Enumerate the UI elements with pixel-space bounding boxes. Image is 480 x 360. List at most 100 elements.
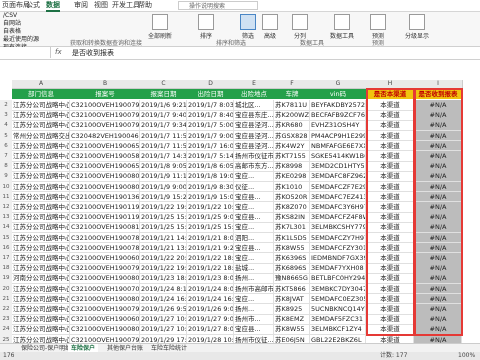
table-cell[interactable]: 2019/1/24 16:28 [140,293,187,305]
table-cell[interactable]: 本渠道 [366,304,414,315]
table-cell[interactable]: 江苏分公司战略中心公司 [12,171,70,182]
table-cell[interactable]: 2019/1/7 9:00 [187,130,234,142]
table-cell[interactable]: 2019/1/22 18:00 [187,263,234,274]
table-cell[interactable]: #N/A [414,242,462,254]
column-letter[interactable]: D [187,80,235,89]
table-cell[interactable]: 2019/1/21 14:11 [140,232,187,244]
table-cell[interactable]: 2019/1/7 8:03 [187,100,234,111]
table-cell[interactable]: 2019/1/23 8:00 [187,273,234,284]
table-cell[interactable]: #N/A [414,181,462,193]
table-cell[interactable]: 2019/1/8 19:00 [187,171,234,182]
get-data-item[interactable]: 最近使用的源 [0,36,60,44]
table-cell[interactable]: 宝应县泾河... [234,140,274,152]
table-cell[interactable]: 江苏分公司战略中心公司 [12,253,70,264]
table-cell[interactable]: 江苏分公司战略中心公司 [12,202,70,213]
table-cell[interactable]: 宝应县... [234,191,274,203]
table-cell[interactable]: 5EMDAFC0EZ305 [310,293,366,305]
header-8[interactable]: 是否收到报表 [414,89,463,99]
table-cell[interactable]: 江苏分公司战略中心公司 [12,293,70,305]
ribbon-tab-2[interactable]: 数据 [46,1,60,12]
table-cell[interactable]: 宝应... [234,202,274,213]
table-cell[interactable]: SGKE5414KW1B622 [310,151,366,162]
table-cell[interactable]: 本渠道 [366,273,414,284]
table-cell[interactable]: 城北区... [234,100,274,111]
table-cell[interactable]: C32100OVEH19007803 [70,232,140,244]
table-cell[interactable]: EVHZ31OSH4Y [310,120,366,131]
table-cell[interactable]: C32100OVEH19007958 [70,304,140,315]
get-data-item[interactable]: 自网站 [0,20,60,28]
table-cell[interactable]: BECFAFB9ZCF76 [310,110,366,121]
table-cell[interactable]: C32100OVEH19007900 [70,110,140,121]
table-cell[interactable]: 3EMDAFC7EZ4130 [310,191,366,203]
ribbon-button-1[interactable]: 排序 [198,14,214,40]
table-cell[interactable]: 2019/1/27 8:00 [187,324,234,335]
table-cell[interactable]: #N/A [414,140,462,152]
table-cell[interactable]: 2019/1/25 9:00 [187,212,234,223]
ribbon-button-4[interactable]: 分列 [292,14,308,40]
table-cell[interactable]: 3ELMBKCSHY7794 [310,222,366,233]
table-cell[interactable]: 5EMDAFCZF7E299 [310,181,366,193]
table-cell[interactable]: 江苏分公司战略中心公司 [12,191,70,203]
table-cell[interactable]: 2019/1/24 8:00 [187,283,234,295]
table-cell[interactable]: IEDMBNDF7GX39 [310,253,366,264]
table-cell[interactable]: 江苏分公司战略中心公司 [12,212,70,223]
table-cell[interactable]: 2019/1/8 9:05 [140,161,187,172]
table-cell[interactable]: #N/A [414,283,462,295]
table-cell[interactable]: C32100OVEH19006058 [70,253,140,264]
table-cell[interactable]: 江苏分公司战略中心公司 [12,120,70,131]
table-cell[interactable]: 高邮市东方... [234,161,274,172]
table-cell[interactable]: 2019/1/7 14:33 [140,151,187,162]
table-cell[interactable]: 本渠道 [366,161,414,172]
column-letter[interactable]: G [310,80,367,89]
table-cell[interactable]: 2019/1/7 5:00 [187,120,234,131]
table-cell[interactable]: 苏K8EMZ [274,314,310,325]
table-cell[interactable]: NBMFAFGE6E7XX [310,140,366,152]
table-cell[interactable]: 苏K200WZ [274,110,310,121]
table-cell[interactable]: #N/A [414,273,462,284]
column-letter[interactable]: C [140,80,188,89]
table-cell[interactable]: 2019/1/26 9:00 [187,304,234,315]
table-cell[interactable]: #N/A [414,171,462,182]
get-data-item[interactable]: /CSV [0,12,60,20]
table-cell[interactable]: C32100OVEH19006523 [70,140,140,152]
table-cell[interactable]: 江苏分公司战略中心公司 [12,242,70,254]
table-cell[interactable]: 本渠道 [366,253,414,264]
table-cell[interactable]: C32100OVEH19006546 [70,161,140,172]
ribbon-tab-5[interactable]: 开发工具 [112,1,140,10]
table-cell[interactable]: C32100OVEH19007989 [70,120,140,131]
header-7[interactable]: 是否本渠道 [366,89,415,99]
table-cell[interactable]: 江苏分公司战略中心公司 [12,263,70,274]
table-cell[interactable]: 5EMDAFCZY7H977 [310,232,366,244]
table-cell[interactable]: C32100OVEH19013641 [70,191,140,203]
table-cell[interactable]: 3EMDAFC8FZ9622 [310,171,366,182]
header-2[interactable]: 报案日期 [140,89,188,99]
table-cell[interactable]: 本渠道 [366,151,414,162]
table-cell[interactable]: 苏K8W55 [274,242,310,254]
table-cell[interactable]: 宝应... [234,253,274,264]
table-cell[interactable]: 苏KS82IN [274,212,310,223]
column-letter[interactable]: F [274,80,311,89]
table-cell[interactable]: 扬州市... [234,314,274,325]
table-cell[interactable]: 本渠道 [366,232,414,244]
table-cell[interactable]: C32100OVEH19008019 [70,293,140,305]
table-cell[interactable]: 扬州市仪征市... [234,151,274,162]
column-letter[interactable]: I [414,80,463,89]
table-cell[interactable]: C320482VEH19004658 [70,130,140,142]
ribbon-button-6[interactable]: 预测 [370,14,386,40]
table-cell[interactable]: 2019/1/7 9:40 [140,110,187,121]
table-cell[interactable]: C32100OVEH19011908 [70,202,140,213]
table-cell[interactable]: 宝应县... [234,242,274,254]
table-cell[interactable]: 3ELMBKCF1ZY4 [310,324,366,335]
column-letter[interactable]: H [366,80,415,89]
table-cell[interactable]: 盐城... [234,263,274,274]
table-cell[interactable]: 本渠道 [366,212,414,223]
column-letter[interactable]: A [12,80,71,89]
table-cell[interactable]: 苏KO520R [274,191,310,203]
table-cell[interactable]: 2019/1/7 9:34 [140,120,187,131]
table-cell[interactable]: 2019/1/24 16:00 [187,293,234,305]
table-cell[interactable]: 2019/1/26 9:53 [140,304,187,315]
table-cell[interactable]: #N/A [414,293,462,305]
table-cell[interactable]: #N/A [414,212,462,223]
table-cell[interactable]: 2019/1/7 8:40 [187,110,234,121]
ribbon-tab-1[interactable]: 公式 [26,1,40,10]
